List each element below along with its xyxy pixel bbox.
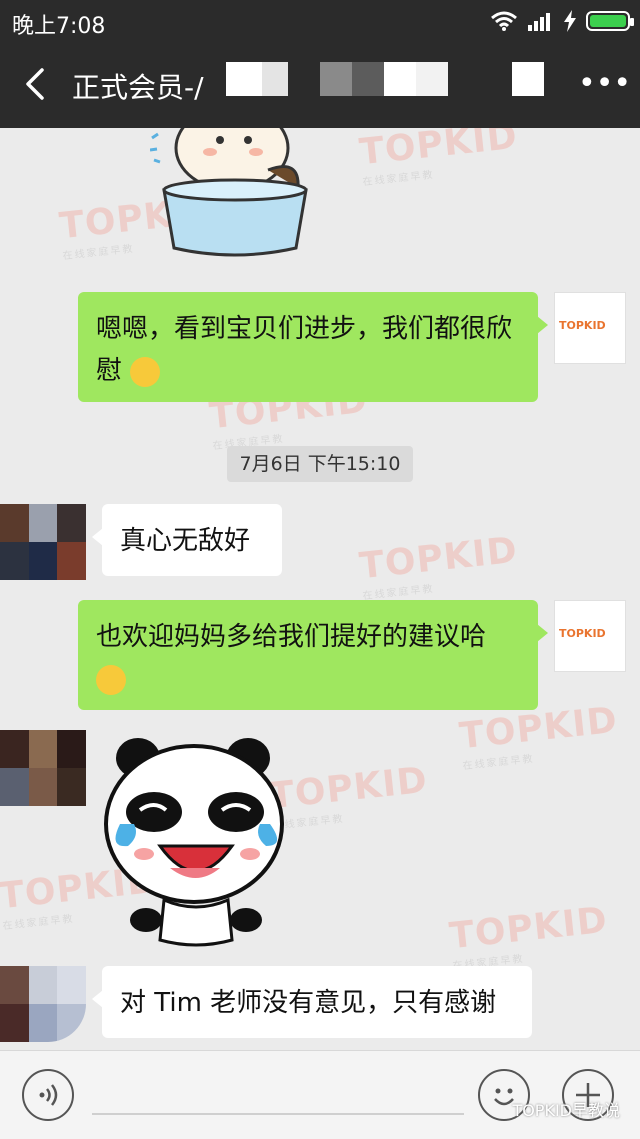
message-text: 也欢迎妈妈多给我们提好的建议哈	[96, 622, 487, 652]
message-bubble-received[interactable]: 真心无敌好	[92, 504, 282, 576]
smiling-emoji-icon	[96, 664, 126, 695]
message-input[interactable]	[92, 1113, 464, 1115]
signal-icon	[528, 11, 554, 31]
battery-icon	[586, 11, 634, 31]
message-text: 对 Tim 老师没有意见，只有感谢	[120, 988, 497, 1018]
watermark: TOPKID 在线家庭早教	[458, 700, 622, 772]
bathtub-sticker	[150, 128, 308, 257]
contact-avatar[interactable]	[0, 966, 86, 1042]
grinning-emoji-icon	[130, 356, 161, 387]
watermark: TOPKID 在线家庭早教	[448, 900, 612, 972]
status-time: 晚上7:08	[12, 14, 106, 39]
chat-header: 正式会员-/ •••	[0, 44, 640, 128]
input-bar: TOPKID早教说	[0, 1050, 640, 1139]
status-icons	[490, 10, 634, 32]
avatar-logo: TOPKID	[559, 319, 606, 332]
message-bubble-sent[interactable]: 也欢迎妈妈多给我们提好的建议哈	[78, 600, 548, 710]
my-avatar[interactable]: TOPKID	[554, 600, 626, 672]
footer-credit: TOPKID早教说	[512, 1101, 620, 1120]
status-bar: 晚上7:08	[0, 0, 640, 44]
message-timestamp: 7月6日 下午15:10	[227, 446, 413, 482]
wifi-icon	[491, 11, 517, 31]
charging-icon	[564, 10, 576, 32]
avatar-logo: TOPKID	[559, 627, 606, 640]
panda-laughing-sticker[interactable]	[100, 728, 300, 948]
back-arrow-icon[interactable]	[14, 62, 58, 106]
voice-icon	[39, 1084, 58, 1106]
message-bubble-received[interactable]: 对 Tim 老师没有意见，只有感谢	[92, 966, 532, 1038]
contact-avatar[interactable]	[0, 504, 86, 580]
message-bubble-sent[interactable]: 嗯嗯，看到宝贝们进步，我们都很欣慰	[78, 292, 548, 402]
message-text: 真心无敌好	[120, 526, 251, 556]
more-icon[interactable]: •••	[578, 64, 631, 108]
my-avatar[interactable]: TOPKID	[554, 292, 626, 364]
chat-title: 正式会员-/	[72, 71, 204, 104]
contact-avatar[interactable]	[0, 730, 86, 806]
watermark: TOPKID 在线家庭早教	[358, 128, 522, 188]
chat-area[interactable]: TOPKID 在线家庭早教 TOPKID 在线家庭早教 TOPKID 在线家庭早教 T…	[0, 128, 640, 1050]
watermark: TOPKID 在线家庭早教	[358, 530, 522, 602]
voice-button[interactable]	[22, 1069, 74, 1121]
